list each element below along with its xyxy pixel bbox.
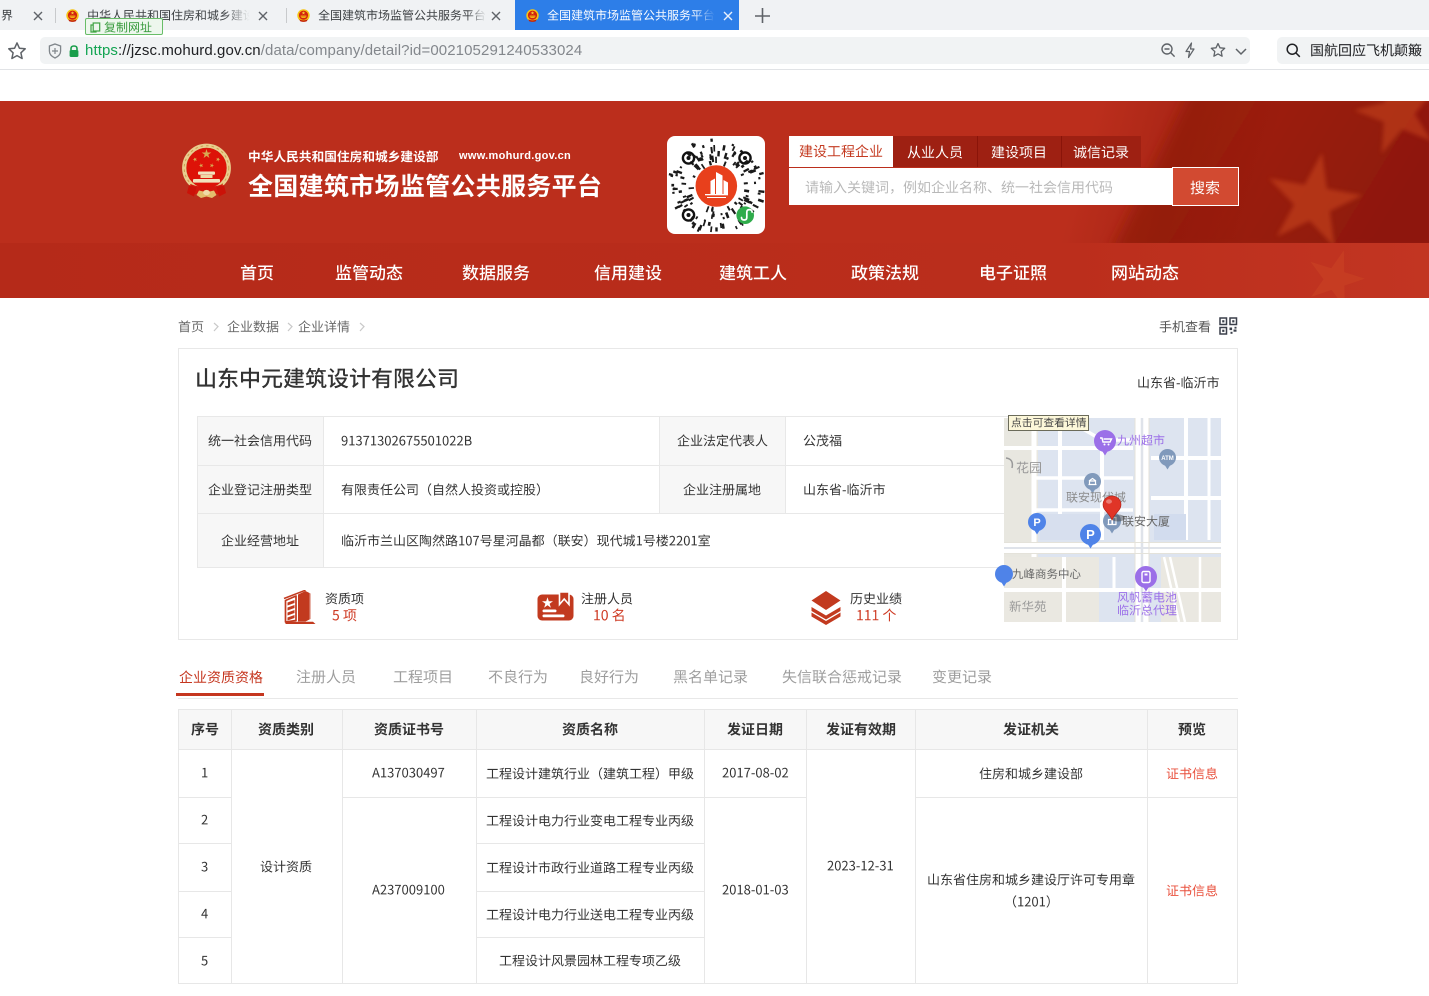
svg-text:ATM: ATM — [1161, 456, 1174, 462]
svg-text:P: P — [1033, 517, 1040, 529]
svg-text:P: P — [1086, 527, 1095, 542]
